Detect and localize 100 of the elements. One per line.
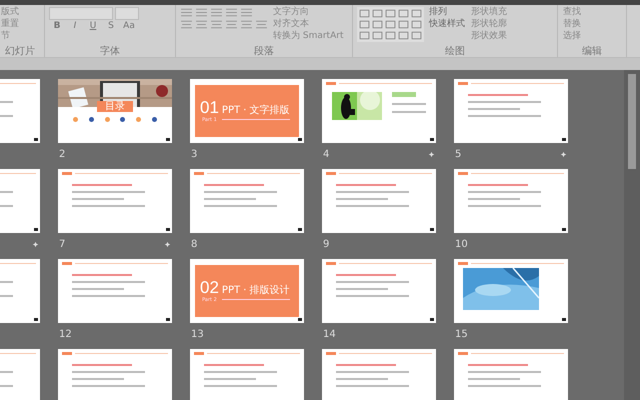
- shapes-gallery[interactable]: [357, 7, 424, 42]
- ribbon-button[interactable]: 重置: [0, 19, 20, 30]
- slide-number: 13: [190, 328, 204, 340]
- slide-thumbnail[interactable]: [454, 259, 568, 323]
- ribbon-button[interactable]: 转换为 SmartArt: [272, 31, 344, 42]
- text-line: [72, 364, 132, 366]
- ribbon-button[interactable]: 排列: [428, 7, 466, 18]
- align-icon[interactable]: [240, 19, 253, 30]
- shape-icon: [372, 31, 383, 40]
- slide-number: 4: [322, 148, 330, 160]
- ribbon-button[interactable]: 替换: [562, 19, 582, 30]
- format-button[interactable]: S: [103, 21, 119, 32]
- slide-number: 8: [190, 238, 198, 250]
- text-line: [336, 378, 388, 380]
- text-line: [204, 198, 256, 200]
- text-line: [72, 198, 124, 200]
- highlight-bar: [392, 92, 416, 97]
- scrollbar[interactable]: [624, 70, 640, 400]
- format-button[interactable]: U: [85, 21, 101, 32]
- slide-thumbnail[interactable]: [190, 349, 304, 400]
- ribbon-button[interactable]: 快速样式: [428, 19, 466, 30]
- shape-icon: [385, 31, 396, 40]
- font-size-field[interactable]: [115, 7, 139, 20]
- ribbon-button[interactable]: 形状效果: [470, 31, 508, 42]
- slide-number: 12: [58, 328, 72, 340]
- list-icon[interactable]: [180, 7, 193, 18]
- align-icon[interactable]: [195, 19, 208, 30]
- text-line: [336, 198, 388, 200]
- text-line: [468, 198, 520, 200]
- slide-thumbnail[interactable]: [58, 259, 172, 323]
- ribbon-button[interactable]: 版式: [0, 7, 20, 18]
- list-icon[interactable]: [240, 7, 253, 18]
- shape-icon: [385, 9, 396, 18]
- shape-icon: [359, 9, 370, 18]
- align-icon[interactable]: [255, 19, 268, 30]
- section-number: 02: [200, 279, 219, 297]
- shape-icon: [411, 31, 422, 40]
- text-line: [392, 111, 426, 113]
- list-icon[interactable]: [210, 7, 223, 18]
- ribbon-button[interactable]: 选择: [562, 31, 582, 42]
- ribbon-button[interactable]: 形状填充: [470, 7, 508, 18]
- text-line: [336, 364, 396, 366]
- shape-icon: [385, 20, 396, 29]
- animation-icon: [164, 240, 171, 248]
- slide-number: 14: [322, 328, 336, 340]
- text-line: [468, 378, 520, 380]
- ribbon-button[interactable]: 查找: [562, 7, 582, 18]
- slide-number: 5: [454, 148, 462, 160]
- shape-icon: [411, 20, 422, 29]
- section-title: PPT · 排版设计: [222, 282, 290, 300]
- slide-thumbnail[interactable]: [454, 169, 568, 233]
- ribbon-button[interactable]: 形状轮廓: [470, 19, 508, 30]
- format-button[interactable]: I: [67, 21, 83, 32]
- shape-icon: [372, 9, 383, 18]
- ribbon-button[interactable]: 节: [0, 31, 20, 42]
- shape-icon: [398, 9, 409, 18]
- align-icon[interactable]: [210, 19, 223, 30]
- slide-thumbnail[interactable]: [454, 349, 568, 400]
- align-icon[interactable]: [225, 19, 238, 30]
- text-line: [336, 184, 396, 186]
- list-icon[interactable]: [225, 7, 238, 18]
- text-line: [468, 108, 520, 110]
- group-label: 编辑: [581, 46, 603, 57]
- text-line: [72, 378, 124, 380]
- slide-thumbnail[interactable]: [322, 79, 436, 143]
- animation-icon: [560, 150, 567, 158]
- slide-thumbnail[interactable]: [322, 169, 436, 233]
- font-name-field[interactable]: [49, 7, 113, 20]
- slide-number: 9: [322, 238, 330, 250]
- slide-heading: 目录: [97, 101, 133, 112]
- slide-thumbnail[interactable]: 目录: [58, 79, 172, 143]
- list-icon[interactable]: [195, 7, 208, 18]
- shape-icon: [372, 20, 383, 29]
- slide-number: 7: [58, 238, 66, 250]
- text-line: [336, 274, 396, 276]
- ribbon-button[interactable]: 对齐文本: [272, 19, 344, 30]
- section-title: PPT · 文字排版: [222, 102, 290, 120]
- align-icon[interactable]: [180, 19, 193, 30]
- slide-thumbnail[interactable]: [190, 169, 304, 233]
- text-line: [468, 184, 528, 186]
- group-label: 字体: [99, 46, 121, 57]
- slide-thumbnail[interactable]: [58, 349, 172, 400]
- text-line: [72, 184, 132, 186]
- ribbon-button[interactable]: 文字方向: [272, 7, 344, 18]
- slide-thumbnail[interactable]: [58, 169, 172, 233]
- group-label: 幻灯片: [4, 46, 36, 57]
- format-button[interactable]: Aa: [121, 21, 137, 32]
- slide-thumbnail[interactable]: [454, 79, 568, 143]
- text-line: [204, 184, 264, 186]
- text-line: [468, 94, 528, 96]
- shape-icon: [411, 9, 422, 18]
- shape-icon: [359, 31, 370, 40]
- shape-icon: [359, 20, 370, 29]
- slide-thumbnail[interactable]: [322, 259, 436, 323]
- shape-icon: [398, 31, 409, 40]
- slide-thumbnail[interactable]: [322, 349, 436, 400]
- text-line: [204, 378, 256, 380]
- slide-number: 2: [58, 148, 66, 160]
- format-button[interactable]: B: [49, 21, 65, 32]
- text-line: [72, 288, 124, 290]
